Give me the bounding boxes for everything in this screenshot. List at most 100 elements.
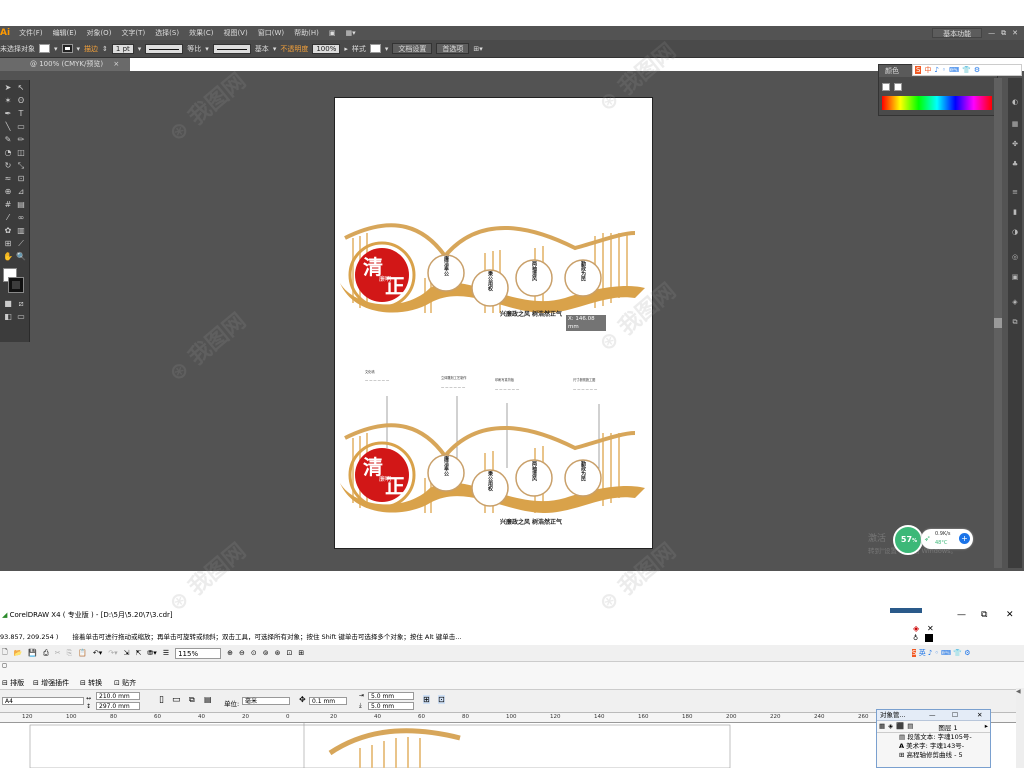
opacity-field[interactable]: 100%: [312, 43, 341, 54]
speedup-icon[interactable]: +: [959, 533, 970, 544]
object-item-paragraph[interactable]: ▤ 段落文本: 字魂105号-: [899, 733, 990, 742]
hand-tool-icon[interactable]: ✋: [2, 251, 14, 263]
minimize-button[interactable]: —: [988, 29, 995, 37]
shape-builder-tool-icon[interactable]: ⊕: [2, 186, 14, 198]
menu-help[interactable]: 帮助(H): [289, 28, 324, 38]
cdr-right-palette[interactable]: ◀: [1016, 688, 1024, 768]
opacity-dropdown-icon[interactable]: ▸: [344, 45, 348, 53]
zoom-width-icon[interactable]: ⊡: [286, 649, 292, 657]
unit-dropdown[interactable]: 毫米: [242, 697, 290, 705]
cdr-minimize-button[interactable]: —: [957, 608, 966, 622]
stroke-stepper-icon[interactable]: ⇕: [102, 45, 108, 53]
zoom-tool-icon[interactable]: 🔍: [15, 251, 27, 263]
color-white-swatch[interactable]: [894, 83, 902, 91]
arrange-icon[interactable]: ⊞▾: [473, 45, 482, 53]
close-tab-icon[interactable]: ×: [113, 60, 119, 68]
variable-width-profile[interactable]: [145, 43, 184, 54]
plugin-convert[interactable]: ⊟ 转换: [80, 678, 102, 688]
zoom-in-icon[interactable]: ⊕: [227, 649, 233, 657]
plugin-enhanced[interactable]: ⊟ 增强插件: [33, 678, 69, 688]
horizontal-ruler[interactable]: 120 100 80 60 40 20 0 20 40 60 80 100 120 140 160 180 20…: [0, 713, 1024, 723]
fill-dropdown-icon[interactable]: ▾: [54, 45, 58, 53]
export-icon[interactable]: ⇱: [136, 649, 142, 657]
perspective-grid-tool-icon[interactable]: ⊿: [15, 186, 27, 198]
duplicate-y-field[interactable]: 5.0 mm: [368, 702, 414, 710]
cdr-fill-outline-indicator[interactable]: ◈ ✕ ♁: [913, 624, 943, 644]
brushes-icon[interactable]: ✤: [1010, 140, 1020, 149]
appearance-icon[interactable]: ◎: [1010, 253, 1020, 262]
page-size-dropdown[interactable]: A4: [2, 697, 84, 705]
magic-wand-tool-icon[interactable]: ✶: [2, 95, 14, 107]
vertical-scrollbar[interactable]: [994, 78, 1002, 568]
units-icon[interactable]: ⊞: [423, 695, 430, 704]
workspace-switcher[interactable]: 基本功能: [932, 28, 983, 38]
redo-icon[interactable]: ↷▾: [108, 649, 117, 657]
ime-settings-icon[interactable]: ⚙: [974, 66, 980, 74]
scrollbar-thumb[interactable]: [994, 318, 1002, 328]
docker-maximize-icon[interactable]: ☐: [952, 710, 958, 721]
zoom-selected-icon[interactable]: ⊙: [251, 649, 257, 657]
stroke-weight-field[interactable]: 1 pt: [111, 43, 134, 54]
pencil-tool-icon[interactable]: ✏: [15, 134, 27, 146]
plugin-typeset[interactable]: ⊟ 排版: [2, 678, 24, 688]
cut-icon[interactable]: ✂: [55, 649, 61, 657]
blend-tool-icon[interactable]: ∞: [15, 212, 27, 224]
plugin-snap[interactable]: ⊡ 贴齐: [114, 678, 136, 688]
artboards-icon[interactable]: ⧉: [1010, 318, 1020, 327]
artboard-tool-icon[interactable]: ⊞: [2, 238, 14, 250]
copy-icon[interactable]: ⎘: [67, 649, 73, 658]
stroke-weight-dropdown-icon[interactable]: ▾: [138, 45, 142, 53]
cdr-drawing-canvas[interactable]: [0, 723, 1024, 769]
object-item-artistic[interactable]: A 美术字: 字魂143号-: [899, 742, 990, 751]
stroke-color-box[interactable]: [8, 277, 24, 293]
duplicate-x-field[interactable]: 5.0 mm: [368, 692, 414, 700]
color-spectrum[interactable]: [882, 96, 992, 110]
rotate-tool-icon[interactable]: ↻: [2, 160, 14, 172]
mesh-tool-icon[interactable]: #: [2, 199, 14, 211]
zoom-height-icon[interactable]: ⊞: [298, 649, 304, 657]
ime-skin-icon[interactable]: 👕: [962, 66, 971, 74]
gradient-tool-icon[interactable]: ▤: [15, 199, 27, 211]
symbol-sprayer-tool-icon[interactable]: ✿: [2, 225, 14, 237]
app-launcher-icon[interactable]: ☰: [163, 649, 169, 657]
zoom-page-icon[interactable]: ⊛: [275, 649, 281, 657]
document-setup-button[interactable]: 文档设置: [392, 43, 433, 54]
screen-mode-icon[interactable]: ▭: [15, 311, 27, 323]
open-icon[interactable]: 📂: [14, 649, 23, 657]
import-icon[interactable]: ⇲: [124, 649, 130, 657]
selection-tool-icon[interactable]: ➤: [2, 82, 14, 94]
current-page-icon[interactable]: ▤: [204, 695, 212, 704]
stroke-label[interactable]: 描边: [84, 44, 98, 54]
style-dropdown-icon[interactable]: ▾: [385, 45, 389, 53]
all-pages-icon[interactable]: ⧉: [189, 695, 195, 705]
print-icon[interactable]: ⎙: [43, 649, 49, 658]
portrait-icon[interactable]: ▯: [159, 695, 164, 705]
stroke-dropdown-icon[interactable]: ▾: [77, 45, 81, 53]
docker-close-icon[interactable]: ✕: [977, 710, 982, 721]
transparency-icon[interactable]: ◑: [1010, 228, 1020, 237]
restore-button[interactable]: ⧉: [1001, 29, 1006, 38]
show-properties-icon[interactable]: ▦: [879, 722, 885, 731]
pen-tool-icon[interactable]: ✒: [2, 108, 14, 120]
publish-pdf-icon[interactable]: ⛃▾: [147, 649, 156, 657]
gradient-panel-icon[interactable]: ▮: [1010, 208, 1020, 217]
menu-view[interactable]: 视图(V): [218, 28, 252, 38]
landscape-icon[interactable]: ▭: [172, 695, 181, 705]
zoom-out-icon[interactable]: ⊖: [239, 649, 245, 657]
menu-file[interactable]: 文件(F): [14, 28, 48, 38]
menu-select[interactable]: 选择(S): [150, 28, 184, 38]
nudge-distance-field[interactable]: 0.1 mm: [309, 697, 347, 705]
menu-effect[interactable]: 效果(C): [184, 28, 218, 38]
zoom-level-field[interactable]: 115%: [175, 647, 222, 659]
menu-edit[interactable]: 编辑(E): [48, 28, 82, 38]
ime-punct-icon[interactable]: ♪: [934, 66, 938, 74]
style-swatch[interactable]: [369, 44, 381, 53]
docker-menu-icon[interactable]: ▸: [985, 722, 988, 731]
slice-tool-icon[interactable]: ⟋: [15, 238, 27, 250]
close-button[interactable]: ✕: [1012, 29, 1018, 37]
lasso-tool-icon[interactable]: ʘ: [15, 95, 27, 107]
color-guide-icon[interactable]: ◐: [1010, 98, 1020, 107]
graph-tool-icon[interactable]: ▥: [15, 225, 27, 237]
sogou-logo-icon[interactable]: S: [915, 66, 922, 74]
arrange-documents-icon[interactable]: ▦▾: [340, 29, 360, 37]
